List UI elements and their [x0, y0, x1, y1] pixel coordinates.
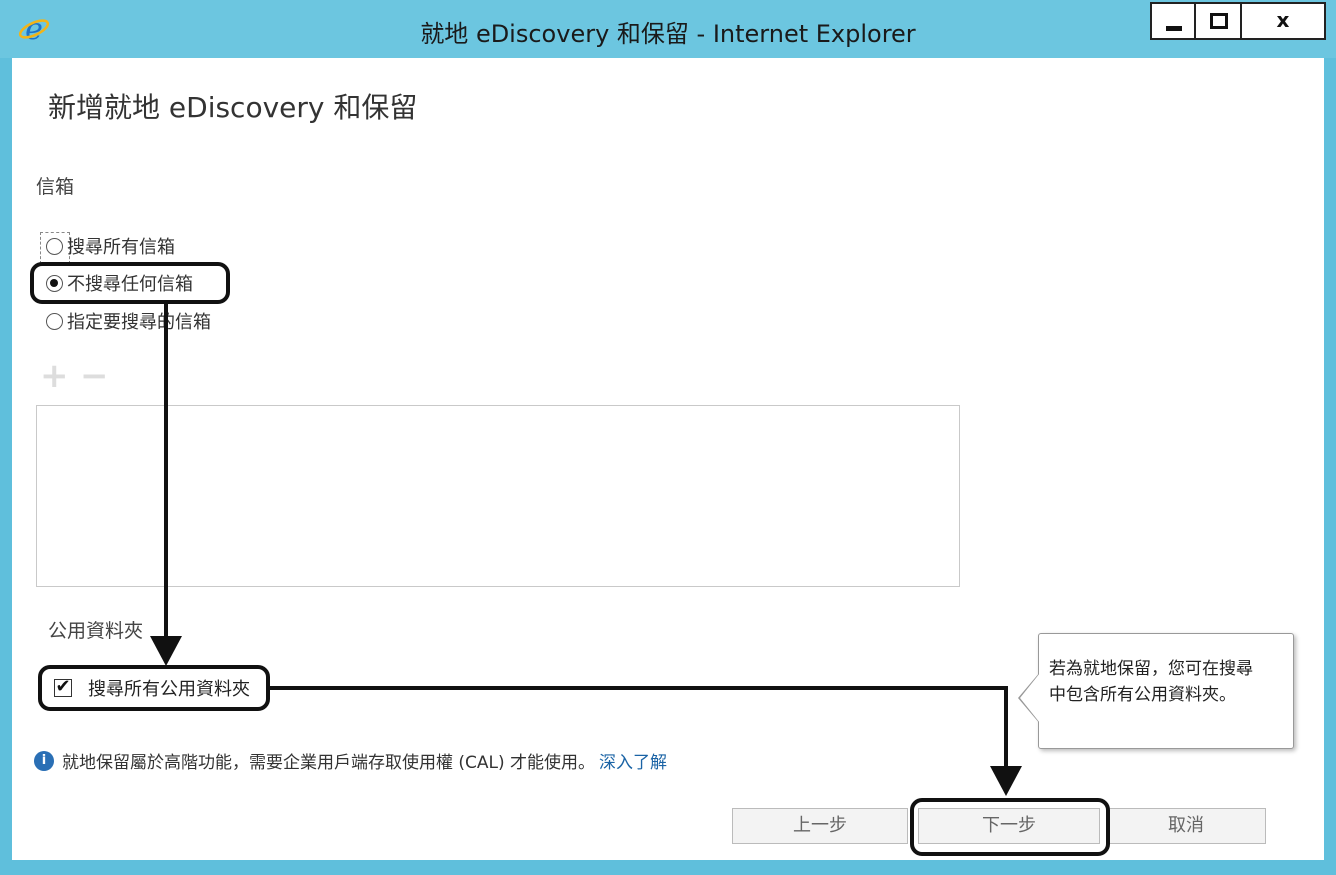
back-button[interactable]: 上一步 — [732, 808, 908, 844]
checkmark-icon: ✔ — [55, 676, 71, 697]
info-text: 就地保留屬於高階功能，需要企業用戶端存取使用權 (CAL) 才能使用。 — [62, 753, 596, 773]
window-title: 就地 eDiscovery 和保留 - Internet Explorer — [420, 20, 916, 48]
radio-label: 搜尋所有信箱 — [67, 237, 175, 258]
info-message: i 就地保留屬於高階功能，需要企業用戶端存取使用權 (CAL) 才能使用。 深入… — [34, 748, 667, 773]
annotation-arrow-head — [150, 636, 182, 666]
mailboxes-section-label: 信箱 — [36, 176, 75, 198]
tooltip-pointer-fill — [1020, 673, 1040, 723]
radio-label: 指定要搜尋的信箱 — [67, 312, 211, 333]
annotation-arrow-line — [164, 304, 168, 644]
close-icon: x — [1276, 8, 1290, 32]
cancel-button[interactable]: 取消 — [1106, 808, 1266, 844]
radio-search-all-mailboxes[interactable]: 搜尋所有信箱 — [46, 232, 175, 260]
checkbox-search-all-public-folders[interactable]: ✔ 搜尋所有公用資料夾 — [54, 675, 250, 701]
tooltip-line-2: 中包含所有公用資料夾。 — [1049, 685, 1236, 705]
remove-icon[interactable]: − — [80, 356, 109, 396]
add-icon[interactable]: + — [40, 356, 69, 396]
public-folders-tooltip: 若為就地保留，您可在搜尋 中包含所有公用資料夾。 — [1038, 633, 1294, 749]
mailbox-list[interactable] — [36, 405, 960, 587]
radio-button-selected[interactable] — [46, 274, 63, 292]
public-folders-section-label: 公用資料夾 — [48, 620, 144, 642]
dialog-content: 新增就地 eDiscovery 和保留 信箱 搜尋所有信箱 不搜尋任何信箱 指定… — [12, 58, 1324, 860]
info-icon: i — [34, 750, 54, 771]
annotation-arrow-head — [990, 766, 1022, 796]
close-button[interactable]: x — [1242, 2, 1326, 40]
radio-label: 不搜尋任何信箱 — [67, 274, 193, 295]
radio-search-no-mailboxes[interactable]: 不搜尋任何信箱 — [46, 269, 193, 297]
minimize-button[interactable] — [1150, 2, 1196, 40]
checkbox-label: 搜尋所有公用資料夾 — [88, 679, 250, 700]
tooltip-line-1: 若為就地保留，您可在搜尋 — [1049, 659, 1253, 679]
maximize-button[interactable] — [1196, 2, 1242, 40]
radio-specify-mailboxes[interactable]: 指定要搜尋的信箱 — [46, 307, 211, 335]
annotation-arrow-line — [1004, 686, 1008, 770]
radio-button[interactable] — [46, 237, 63, 255]
page-title: 新增就地 eDiscovery 和保留 — [48, 91, 418, 124]
checkbox[interactable]: ✔ — [54, 676, 72, 697]
radio-button[interactable] — [46, 312, 63, 330]
maximize-icon — [1210, 13, 1228, 29]
title-bar: e 就地 eDiscovery 和保留 - Internet Explorer … — [0, 0, 1336, 58]
next-button[interactable]: 下一步 — [918, 808, 1100, 844]
learn-more-link[interactable]: 深入了解 — [599, 748, 667, 773]
annotation-arrow-line — [270, 686, 1006, 690]
ie-window: e 就地 eDiscovery 和保留 - Internet Explorer … — [0, 0, 1336, 875]
minimize-icon — [1166, 26, 1182, 31]
